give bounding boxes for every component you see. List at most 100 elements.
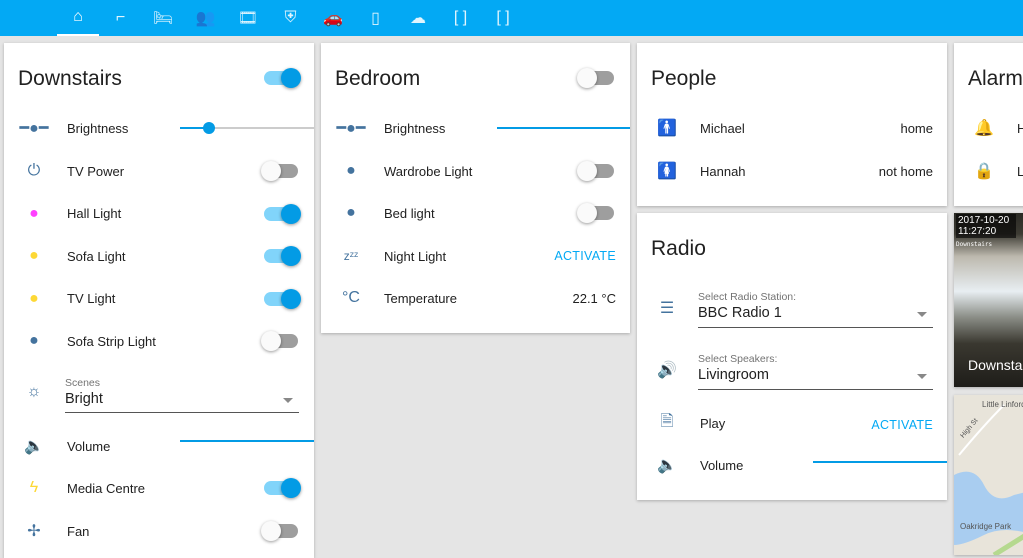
lock-icon: 🔒 [974, 163, 994, 180]
speakers-select[interactable]: Select Speakers: Livingroom [698, 353, 933, 390]
bulb-icon: ● [29, 289, 39, 307]
people-icon[interactable]: 👥 [185, 0, 227, 36]
downstairs-master-toggle[interactable] [264, 68, 301, 88]
bulb-icon: ● [29, 332, 39, 350]
power-icon: ⏻ [27, 162, 41, 179]
home-icon[interactable]: ⌂ [57, 0, 99, 36]
brightness-label: Brightness [67, 120, 129, 136]
fan-icon: ✢ [27, 523, 41, 540]
brightness-icon: ━●━ [19, 120, 49, 137]
brightness-slider[interactable] [180, 122, 314, 134]
brightness-slider[interactable] [497, 127, 630, 129]
flash-icon: ϟ [29, 479, 39, 496]
media-centre-toggle[interactable] [264, 478, 301, 498]
volume-slider[interactable] [813, 461, 947, 463]
wardrobe-label: Wardrobe Light [384, 163, 473, 179]
person-icon: 🚹 [657, 120, 677, 137]
person-name: Michael [700, 120, 745, 136]
volume-slider[interactable] [180, 440, 314, 442]
entity-toggle[interactable] [264, 288, 301, 309]
station-label: Select Radio Station: [698, 291, 797, 303]
sleep-icon: zᶻᶻ [343, 249, 359, 263]
scenes-value: Bright [65, 391, 103, 407]
entity-toggle[interactable] [264, 246, 301, 267]
map-water [954, 404, 1023, 555]
card-title: Alarm [968, 67, 1023, 90]
dropdown-arrow-icon [917, 374, 927, 379]
dropdown-arrow-icon [917, 312, 927, 317]
speaker-icon: 🔊 [657, 362, 677, 379]
volume-icon: 🔈 [657, 457, 677, 474]
scenes-label: Scenes [65, 377, 101, 389]
radio-card: Radio ☰ Select Radio Station: BBC Radio 1… [637, 213, 947, 500]
play-activate-button[interactable]: ACTIVATE [871, 418, 933, 432]
media-centre-label: Media Centre [67, 480, 146, 496]
card-title: Radio [651, 237, 706, 260]
alarm-card: Alarm 🔔 H 🔒 L [954, 43, 1023, 206]
camera-card[interactable]: 2017-10-20 11:27:20 Downstairs Downstair… [954, 213, 1023, 387]
wardrobe-toggle[interactable] [577, 161, 614, 181]
temperature-label: Temperature [384, 290, 457, 306]
entity-toggle[interactable] [264, 203, 301, 224]
person-name: Hannah [700, 163, 746, 179]
entity-label: Hall Light [67, 206, 122, 222]
card-title: Bedroom [335, 67, 421, 90]
bulb-icon: ● [29, 204, 39, 222]
people-card: People 🚹 Michael home 🚺 Hannah not home [637, 43, 947, 206]
scenes-icon: ☼ [26, 383, 42, 400]
bulb-icon: ● [346, 162, 356, 179]
bulb-icon: ● [346, 204, 356, 221]
top-nav: ⌂ ⌐ 🛏 👥 🎞 ⛨ 🚗 ▯ ☁[ ][ ] [0, 0, 1023, 36]
map-label: Oakridge Park [960, 522, 1012, 531]
phone-icon[interactable]: ▯ [355, 0, 397, 36]
volume-icon: 🔈 [24, 438, 44, 455]
camera-timestamp: 2017-10-20 11:27:20 [956, 214, 1016, 238]
speakers-label: Select Speakers: [698, 353, 778, 365]
volume-label: Volume [67, 438, 111, 454]
bracket-icon[interactable]: [ ] [440, 0, 482, 36]
stairs-icon[interactable]: ⌐ [100, 0, 142, 36]
thermometer-celsius-icon: °C [342, 289, 360, 306]
entity-row: ● Sofa Light [4, 235, 314, 277]
map-card[interactable]: Little Linford High St Oakridge Park [954, 395, 1023, 555]
entity-toggle[interactable] [261, 161, 298, 181]
entity-toggle[interactable] [261, 331, 298, 352]
shield-home-icon[interactable]: ⛨ [270, 0, 312, 36]
night-light-activate-button[interactable]: ACTIVATE [554, 249, 616, 263]
entity-label: TV Light [67, 291, 116, 307]
entity-label: TV Power [67, 163, 125, 179]
entity-row: ● Sofa Strip Light [4, 320, 314, 362]
bedroom-card: Bedroom ━●━ Brightness ● Wardrobe Light ● B… [321, 43, 630, 333]
camera-overlay-label: Downstairs [956, 241, 993, 248]
speakers-value: Livingroom [698, 367, 769, 383]
radio-station-select[interactable]: Select Radio Station: BBC Radio 1 [698, 291, 933, 328]
downstairs-card: Downstairs ━●━ Brightness ⏻ TV Power ● Hall … [4, 43, 314, 558]
scenes-select[interactable]: Scenes Bright [65, 377, 299, 413]
play-label: Play [700, 415, 726, 431]
station-value: BBC Radio 1 [698, 305, 782, 321]
card-title: Downstairs [18, 67, 122, 90]
fan-label: Fan [67, 523, 90, 539]
list-icon: ☰ [659, 300, 675, 317]
volume-label: Volume [700, 457, 744, 473]
bed-light-toggle[interactable] [577, 203, 614, 223]
camera-name: Downstairs [968, 357, 1023, 373]
person-state: home [900, 120, 933, 136]
dropdown-arrow-icon [283, 398, 293, 403]
bed-light-label: Bed light [384, 205, 435, 221]
temperature-value: 22.1 °C [572, 290, 616, 306]
entity-row: ● Hall Light [4, 193, 314, 235]
bulb-icon: ● [29, 247, 39, 265]
bedroom-master-toggle[interactable] [577, 68, 614, 88]
car-icon[interactable]: 🚗 [312, 0, 354, 36]
person-female-icon: 🚺 [657, 163, 677, 180]
person-state: not home [878, 163, 933, 179]
bed-icon[interactable]: 🛏 [142, 0, 184, 36]
file-document-icon: 🗎 [660, 412, 674, 430]
bracket-icon[interactable]: [ ] [482, 0, 524, 36]
brightness-label: Brightness [384, 120, 446, 136]
fan-toggle[interactable] [261, 521, 298, 541]
cloud-icon[interactable]: ☁ [397, 0, 439, 36]
card-title: People [651, 67, 717, 90]
film-icon[interactable]: 🎞 [227, 0, 269, 36]
